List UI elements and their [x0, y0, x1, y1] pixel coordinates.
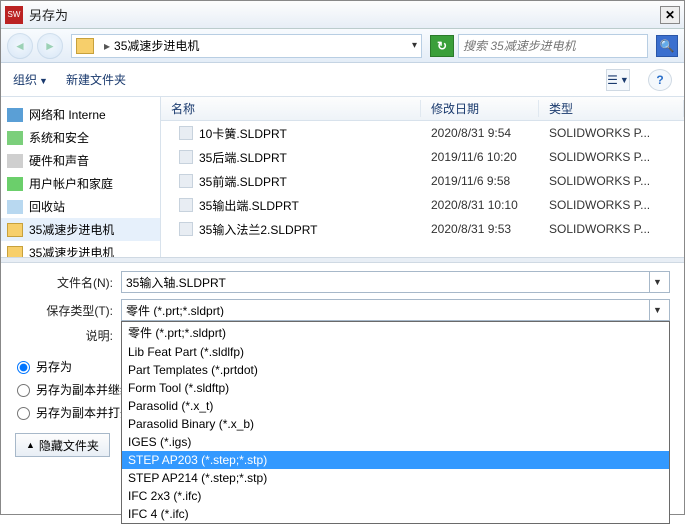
- tree-item[interactable]: 35减速步进电机: [1, 241, 160, 257]
- tree-item[interactable]: 回收站: [1, 195, 160, 218]
- filetype-option[interactable]: Part Templates (*.prtdot): [122, 361, 669, 379]
- search-input[interactable]: [463, 39, 643, 53]
- help-button[interactable]: ?: [648, 69, 672, 91]
- file-list: 名称 修改日期 类型 10卡簧.SLDPRT2020/8/31 9:54SOLI…: [161, 97, 684, 257]
- tree-item-label: 网络和 Interne: [29, 106, 106, 123]
- filetype-input[interactable]: [126, 303, 649, 317]
- back-button[interactable]: ◄: [7, 33, 33, 59]
- filetype-dropdown-list[interactable]: 零件 (*.prt;*.sldprt)Lib Feat Part (*.sldl…: [121, 321, 670, 524]
- file-name: 35输出端.SLDPRT: [199, 197, 299, 214]
- tree-item-label: 硬件和声音: [29, 152, 89, 169]
- file-date: 2020/8/31 9:54: [421, 126, 539, 140]
- filetype-option[interactable]: STEP AP214 (*.step;*.stp): [122, 469, 669, 487]
- file-type: SOLIDWORKS P...: [539, 222, 684, 236]
- chevron-up-icon: ▲: [26, 440, 35, 450]
- file-type: SOLIDWORKS P...: [539, 150, 684, 164]
- toolbar: 组织▼ 新建文件夹 ☰▼ ?: [1, 63, 684, 97]
- tree-item-label: 35减速步进电机: [29, 244, 114, 257]
- save-form: 文件名(N): ▼ 保存类型(T): ▼ 零件 (*.prt;*.sldprt)…: [1, 263, 684, 356]
- titlebar: SW 另存为 ✕: [1, 1, 684, 29]
- list-header: 名称 修改日期 类型: [161, 97, 684, 121]
- organize-button[interactable]: 组织▼: [13, 71, 48, 88]
- col-name[interactable]: 名称: [161, 100, 421, 117]
- col-type[interactable]: 类型: [539, 100, 684, 117]
- tree-item-label: 用户帐户和家庭: [29, 175, 113, 192]
- filetype-option[interactable]: Parasolid Binary (*.x_b): [122, 415, 669, 433]
- table-row[interactable]: 35后端.SLDPRT 2019/11/6 10:20SOLIDWORKS P..…: [161, 145, 684, 169]
- part-icon: [179, 222, 193, 236]
- table-row[interactable]: 10卡簧.SLDPRT 2020/8/31 9:54SOLIDWORKS P...: [161, 121, 684, 145]
- new-folder-button[interactable]: 新建文件夹: [66, 71, 126, 88]
- part-icon: [179, 174, 193, 188]
- chevron-right-icon: ▸: [104, 39, 110, 53]
- hw-icon: [7, 154, 23, 168]
- file-date: 2019/11/6 9:58: [421, 174, 539, 188]
- file-name: 35后端.SLDPRT: [199, 149, 287, 166]
- filetype-option[interactable]: Lib Feat Part (*.sldlfp): [122, 343, 669, 361]
- file-name: 35输入法兰2.SLDPRT: [199, 221, 317, 238]
- tree-item[interactable]: 系统和安全: [1, 126, 160, 149]
- search-button[interactable]: 🔍: [656, 35, 678, 57]
- description-label: 说明:: [15, 327, 121, 344]
- file-type: SOLIDWORKS P...: [539, 198, 684, 212]
- breadcrumb-dropdown[interactable]: ▾: [412, 40, 417, 51]
- view-button[interactable]: ☰▼: [606, 69, 630, 91]
- tree-item[interactable]: 35减速步进电机: [1, 218, 160, 241]
- tree-item-label: 回收站: [29, 198, 65, 215]
- file-type: SOLIDWORKS P...: [539, 126, 684, 140]
- filename-field[interactable]: ▼: [121, 271, 670, 293]
- part-icon: [179, 150, 193, 164]
- refresh-button[interactable]: ↻: [430, 35, 454, 57]
- table-row[interactable]: 35输出端.SLDPRT 2020/8/31 10:10SOLIDWORKS P.…: [161, 193, 684, 217]
- file-type: SOLIDWORKS P...: [539, 174, 684, 188]
- tree-item[interactable]: 用户帐户和家庭: [1, 172, 160, 195]
- filetype-option[interactable]: IGES (*.igs): [122, 433, 669, 451]
- filename-label: 文件名(N):: [15, 274, 121, 291]
- tree-item[interactable]: 硬件和声音: [1, 149, 160, 172]
- tree-item-label: 系统和安全: [29, 129, 89, 146]
- file-date: 2020/8/31 9:53: [421, 222, 539, 236]
- folder-icon: [7, 246, 23, 258]
- tree-item[interactable]: 网络和 Interne: [1, 103, 160, 126]
- app-icon: SW: [5, 6, 23, 24]
- filetype-option[interactable]: STEP AP203 (*.step;*.stp): [122, 451, 669, 469]
- folder-icon: [76, 38, 94, 54]
- breadcrumb-text: 35减速步进电机: [114, 37, 199, 54]
- filetype-option[interactable]: IFC 4 (*.ifc): [122, 505, 669, 523]
- search-box[interactable]: [458, 34, 648, 58]
- list-rows[interactable]: 10卡簧.SLDPRT2020/8/31 9:54SOLIDWORKS P...…: [161, 121, 684, 257]
- file-name: 10卡簧.SLDPRT: [199, 125, 287, 142]
- file-date: 2020/8/31 10:10: [421, 198, 539, 212]
- folder-icon: [7, 223, 23, 237]
- navbar: ◄ ► ▸ 35减速步进电机 ▾ ↻ 🔍: [1, 29, 684, 63]
- filetype-option[interactable]: Parasolid (*.x_t): [122, 397, 669, 415]
- part-icon: [179, 126, 193, 140]
- forward-button[interactable]: ►: [37, 33, 63, 59]
- file-date: 2019/11/6 10:20: [421, 150, 539, 164]
- hide-folders-button[interactable]: ▲隐藏文件夹: [15, 433, 110, 457]
- filename-input[interactable]: [126, 275, 649, 289]
- file-name: 35前端.SLDPRT: [199, 173, 287, 190]
- filename-dropdown[interactable]: ▼: [649, 272, 665, 292]
- folder-tree[interactable]: 网络和 Interne 系统和安全硬件和声音用户帐户和家庭回收站 35减速步进电机 3…: [1, 97, 161, 257]
- window-title: 另存为: [29, 5, 660, 24]
- filetype-dropdown[interactable]: ▼: [649, 300, 665, 320]
- filetype-field[interactable]: ▼ 零件 (*.prt;*.sldprt)Lib Feat Part (*.sl…: [121, 299, 670, 321]
- table-row[interactable]: 35前端.SLDPRT 2019/11/6 9:58SOLIDWORKS P...: [161, 169, 684, 193]
- user-icon: [7, 177, 23, 191]
- tree-item-label: 35减速步进电机: [29, 221, 114, 238]
- part-icon: [179, 198, 193, 212]
- recycle-icon: [7, 200, 23, 214]
- explorer-body: 网络和 Interne 系统和安全硬件和声音用户帐户和家庭回收站 35减速步进电机 3…: [1, 97, 684, 257]
- filetype-option[interactable]: Form Tool (*.sldftp): [122, 379, 669, 397]
- breadcrumb[interactable]: ▸ 35减速步进电机 ▾: [71, 34, 422, 58]
- close-button[interactable]: ✕: [660, 6, 680, 24]
- network-icon: [7, 108, 23, 122]
- filetype-option[interactable]: IFC 2x3 (*.ifc): [122, 487, 669, 505]
- filetype-label: 保存类型(T):: [15, 302, 121, 319]
- table-row[interactable]: 35输入法兰2.SLDPRT 2020/8/31 9:53SOLIDWORKS P…: [161, 217, 684, 241]
- sys-icon: [7, 131, 23, 145]
- filetype-option[interactable]: 零件 (*.prt;*.sldprt): [122, 322, 669, 343]
- col-date[interactable]: 修改日期: [421, 100, 539, 117]
